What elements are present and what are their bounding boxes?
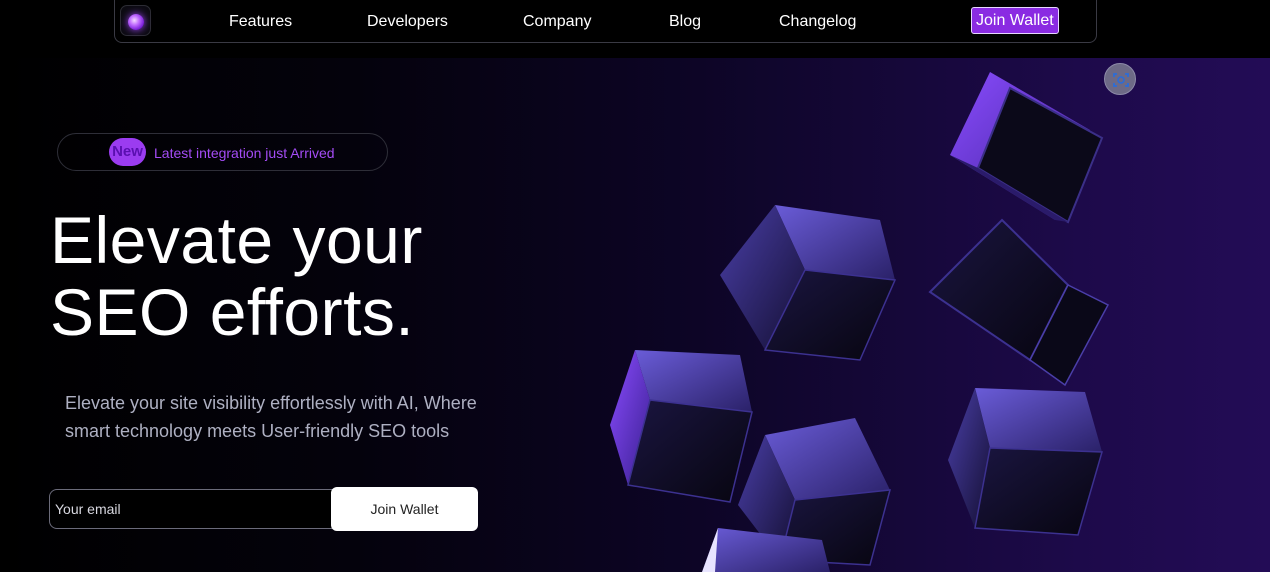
hero-title: Elevate your SEO efforts. (50, 204, 610, 348)
nav-link-changelog[interactable]: Changelog (779, 13, 856, 31)
cube-shape (720, 205, 897, 361)
purple-orb-logo-icon (128, 14, 144, 30)
scan-icon[interactable] (1104, 63, 1136, 95)
hero-subtitle: Elevate your site visibility effortlessl… (65, 389, 505, 445)
nav-link-company[interactable]: Company (523, 13, 591, 31)
nav-link-blog[interactable]: Blog (669, 13, 701, 31)
hero-subtitle-line-2: smart technology meets User-friendly SEO… (65, 421, 450, 441)
scan-icon-glyph (1113, 73, 1129, 87)
cube-shape (948, 388, 1103, 536)
hero-title-line-1: Elevate your (50, 203, 423, 277)
email-input[interactable] (49, 489, 349, 529)
cube-shape (610, 350, 753, 503)
top-nav: Features Developers Company Blog Changel… (114, 0, 1097, 43)
hero-title-line-2: SEO efforts. (50, 275, 415, 349)
floating-cubes-illustration (610, 72, 1110, 572)
nav-join-wallet-button[interactable]: Join Wallet (971, 7, 1059, 34)
nav-link-developers[interactable]: Developers (367, 13, 448, 31)
page: Features Developers Company Blog Changel… (0, 0, 1270, 572)
cube-shape (928, 218, 1110, 387)
cube-shape (950, 72, 1104, 224)
logo[interactable] (120, 5, 151, 36)
nav-link-features[interactable]: Features (229, 13, 292, 31)
badge-new-tag: New (109, 138, 146, 166)
hero-subtitle-line-1: Elevate your site visibility effortlessl… (65, 393, 477, 413)
join-wallet-button[interactable]: Join Wallet (331, 487, 478, 531)
badge-text[interactable]: Latest integration just Arrived (154, 145, 335, 161)
